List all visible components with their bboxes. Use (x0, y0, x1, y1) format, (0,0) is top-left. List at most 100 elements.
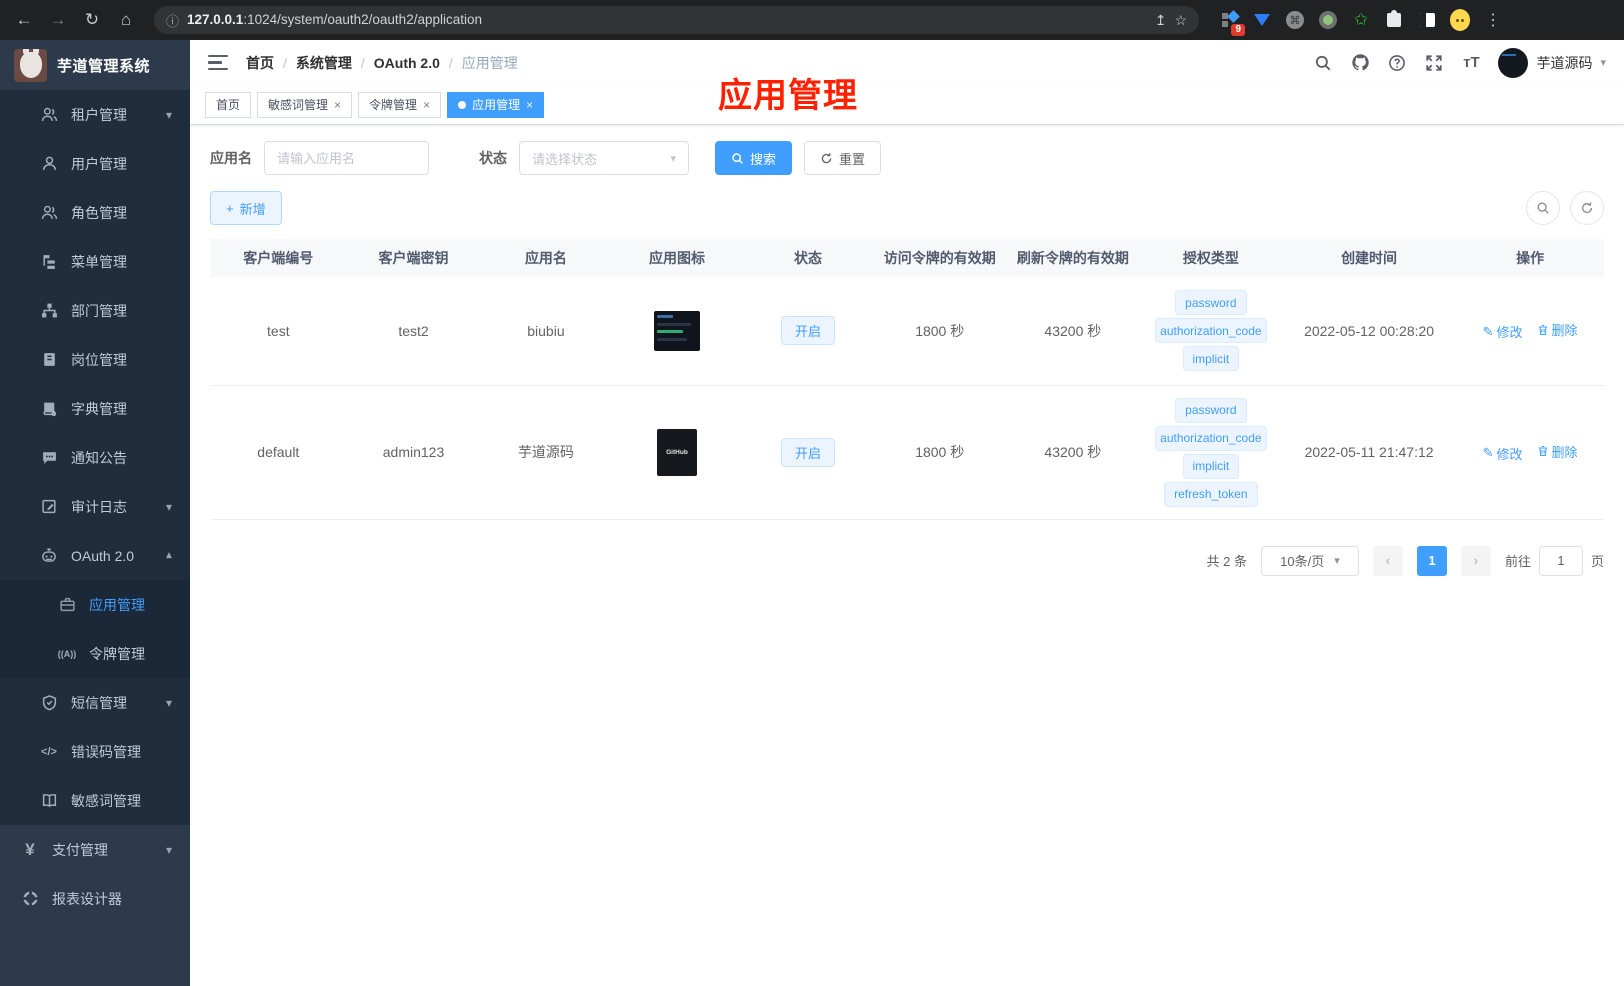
breadcrumb-separator: / (448, 54, 453, 71)
green-star-extension-icon[interactable]: ✩ (1351, 10, 1371, 30)
edit-link[interactable]: ✎ 修改 (1483, 444, 1523, 463)
sidebar-item-label: OAuth 2.0 (71, 547, 135, 564)
reset-button[interactable]: 重置 (804, 141, 882, 175)
next-page-button[interactable]: › (1460, 545, 1491, 576)
sidebar-item-oauth2-application[interactable]: 应用管理 (0, 580, 190, 629)
tab-home[interactable]: 首页 (205, 91, 252, 118)
breadcrumb-home[interactable]: 首页 (246, 53, 274, 73)
cell-actions: ✎ 修改 删除 (1456, 385, 1604, 520)
sidebar-item-notice[interactable]: 通知公告 (0, 433, 190, 482)
sidebar-item-sms[interactable]: 短信管理 ▾ (0, 678, 190, 727)
fullscreen-icon[interactable] (1424, 53, 1444, 73)
cell-client-id: default (210, 385, 347, 520)
sidebar-item-audit-log[interactable]: 审计日志 ▾ (0, 482, 190, 531)
delete-link[interactable]: 删除 (1537, 442, 1578, 461)
bookmark-star-icon[interactable]: ☆ (1174, 12, 1187, 29)
app-name-input[interactable] (264, 141, 429, 175)
site-info-icon[interactable]: ⓘ (166, 11, 179, 30)
cell-app-icon: GitHub (611, 385, 743, 520)
pagination: 共 2 条 10条/页 ▾ ‹ 1 › 前往 页 (210, 545, 1604, 576)
user-menu[interactable]: 芋道源码 ▾ (1498, 47, 1606, 78)
goto-page-input[interactable] (1538, 545, 1583, 576)
add-button[interactable]: + 新增 (210, 191, 282, 225)
breadcrumb-system[interactable]: 系统管理 (296, 53, 352, 73)
breadcrumb-oauth[interactable]: OAuth 2.0 (374, 55, 440, 71)
dictionary-book-icon (40, 400, 58, 417)
code-icon: </> (41, 745, 57, 758)
sidebar-item-oauth2[interactable]: OAuth 2.0 ▾ (0, 531, 190, 580)
sidebar-item-post[interactable]: 岗位管理 (0, 335, 190, 384)
tab-token[interactable]: 令牌管理 × (358, 91, 442, 118)
sidebar-item-user[interactable]: 用户管理 (0, 139, 190, 188)
cell-actions: ✎ 修改 删除 (1456, 277, 1604, 386)
collapse-sidebar-icon[interactable] (208, 54, 228, 71)
tab-grid-extension-icon[interactable]: 9 (1219, 10, 1245, 36)
users-icon (40, 106, 58, 123)
sidebar-item-label: 报表设计器 (52, 890, 122, 907)
address-bar[interactable]: ⓘ 127.0.0.1:1024/system/oauth2/oauth2/ap… (154, 6, 1199, 34)
page-size-value: 10条/页 (1280, 554, 1325, 569)
pencil-icon: ✎ (1482, 445, 1494, 460)
profile-avatar-icon[interactable] (1450, 9, 1470, 31)
refresh-table-button[interactable] (1570, 191, 1604, 225)
sidebar-item-tenant[interactable]: 租户管理 ▾ (0, 90, 190, 139)
extensions-puzzle-icon[interactable] (1384, 10, 1404, 30)
page-size-select[interactable]: 10条/页 ▾ (1260, 545, 1359, 576)
sidebar-item-role[interactable]: 角色管理 (0, 188, 190, 237)
sidebar-item-error-code[interactable]: </> 错误码管理 (0, 727, 190, 776)
prev-page-button[interactable]: ‹ (1372, 545, 1403, 576)
col-client-secret: 客户端密钥 (346, 239, 481, 277)
delete-link[interactable]: 删除 (1537, 320, 1578, 339)
sidebar-item-report-designer[interactable]: 报表设计器 (0, 874, 190, 923)
reload-icon[interactable]: ↻ (78, 6, 106, 34)
breadcrumb-separator: / (360, 54, 365, 71)
close-icon[interactable]: × (423, 98, 430, 112)
edit-link[interactable]: ✎ 修改 (1483, 322, 1523, 341)
sidebar-item-dict[interactable]: 字典管理 (0, 384, 190, 433)
browser-menu-icon[interactable]: ⋮ (1483, 10, 1503, 30)
toggle-search-button[interactable] (1526, 191, 1560, 225)
sidebar-item-oauth2-token[interactable]: ((A)) 令牌管理 (0, 629, 190, 678)
tab-application[interactable]: 应用管理 × (447, 91, 545, 118)
tab-sensitive-word[interactable]: 敏感词管理 × (257, 91, 353, 118)
gem-extension-icon[interactable] (1252, 10, 1272, 30)
sidebar-item-dept[interactable]: 部门管理 (0, 286, 190, 335)
status-select[interactable]: 请选择状态 ▾ (519, 141, 689, 175)
col-refresh-ttl: 刷新令牌的有效期 (1005, 239, 1140, 277)
tree-list-icon (40, 253, 58, 270)
sidebar-item-label: 令牌管理 (89, 645, 145, 662)
username: 芋道源码 (1536, 54, 1593, 71)
close-icon[interactable]: × (334, 98, 341, 112)
github-icon[interactable] (1350, 53, 1370, 73)
sidebar-menu-group: 租户管理 ▾ 用户管理 角色管理 菜单管理 部门管理 岗位管理 字典管理 通知公… (0, 90, 190, 825)
green-dot-extension-icon[interactable] (1318, 10, 1338, 30)
sidebar-item-sensitive-word[interactable]: 敏感词管理 (0, 776, 190, 825)
share-icon[interactable]: ↥ (1155, 12, 1167, 29)
tabs-bar: 首页 敏感词管理 × 令牌管理 × 应用管理 × (190, 85, 1624, 125)
col-client-id: 客户端编号 (210, 239, 347, 277)
open-book-icon (40, 792, 58, 809)
page-number-1[interactable]: 1 (1416, 545, 1447, 576)
help-question-icon[interactable] (1387, 53, 1407, 73)
sidebar-item-payment[interactable]: ¥ 支付管理 ▾ (0, 825, 190, 874)
app-logo-row[interactable]: 芋道管理系统 (0, 40, 190, 90)
cell-status: 开启 (742, 277, 874, 386)
sidebar-item-menu[interactable]: 菜单管理 (0, 237, 190, 286)
command-extension-icon[interactable]: ⌘ (1285, 10, 1305, 30)
search-icon (732, 152, 743, 164)
app-name-label: 应用名 (210, 150, 252, 166)
cell-status: 开启 (742, 385, 874, 520)
chevron-down-icon: ▾ (165, 695, 172, 710)
tab-label: 令牌管理 (369, 98, 418, 112)
home-icon[interactable]: ⌂ (112, 6, 140, 34)
back-icon[interactable]: ← (10, 6, 38, 34)
org-tree-icon (40, 302, 58, 319)
split-view-icon[interactable] (1417, 10, 1437, 30)
forward-icon[interactable]: → (44, 6, 72, 34)
sidebar-item-label: 支付管理 (52, 841, 108, 858)
search-icon[interactable] (1313, 53, 1333, 73)
status-badge: 开启 (780, 437, 835, 467)
font-size-icon[interactable]: тT (1461, 53, 1481, 73)
close-icon[interactable]: × (526, 98, 533, 112)
search-button[interactable]: 搜索 (715, 141, 793, 175)
